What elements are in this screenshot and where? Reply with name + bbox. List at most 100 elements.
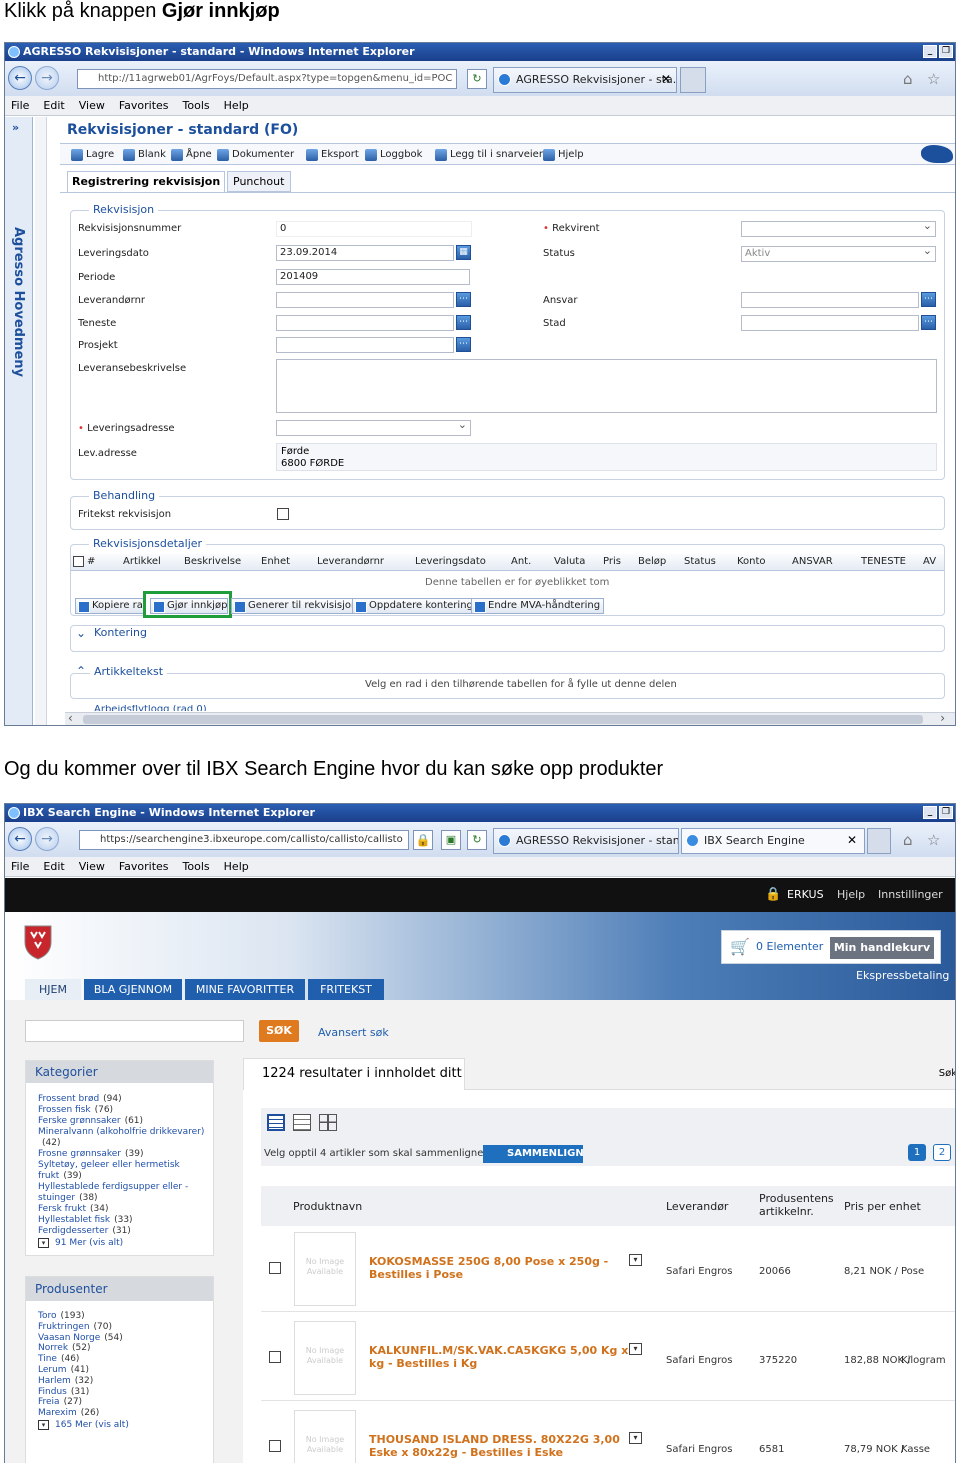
compare-button[interactable]: SAMMENLIGN [483, 1145, 584, 1163]
grid-col-artikkel[interactable]: Artikkel [123, 556, 161, 567]
producer-item[interactable]: Toro (193) [38, 1311, 85, 1321]
menu-file[interactable]: File [11, 96, 29, 116]
favorites-star-icon-2[interactable]: ☆ [927, 831, 940, 849]
back-button[interactable]: ← [8, 66, 32, 90]
tab-registrering[interactable]: Registrering rekvisisjon [67, 171, 225, 193]
periode-field[interactable]: 201409 [276, 269, 470, 285]
product-name-link[interactable]: KOKOSMASSE 250G 8,00 Pose x 250g - Besti… [369, 1255, 629, 1281]
menu-help[interactable]: Help [224, 96, 249, 116]
refresh-icon[interactable]: ↻ [467, 69, 487, 89]
menu-tools[interactable]: Tools [183, 96, 210, 116]
toolbar-blank[interactable]: Blank [122, 148, 166, 162]
category-name[interactable]: Ferske grønnsaker [38, 1116, 121, 1126]
col-produktnavn[interactable]: Produktnavn [293, 1200, 362, 1213]
new-tab-button-2[interactable] [867, 828, 891, 854]
grid-col-teneste[interactable]: TENESTE [861, 556, 906, 567]
forward-button-2[interactable]: → [35, 827, 59, 851]
ansvar-field[interactable] [741, 292, 919, 308]
toolbar-documents[interactable]: Dokumenter [216, 148, 294, 162]
toolbar-log[interactable]: Loggbok [364, 148, 422, 162]
col-artikkelnr[interactable]: Produsentens artikkelnr. [759, 1192, 835, 1218]
restore-button-2[interactable]: ❐ [939, 806, 953, 819]
tab-punchout[interactable]: Punchout [227, 171, 291, 192]
artikkeltekst-collapse-icon[interactable]: ⌃ [76, 664, 86, 678]
producers-more-text[interactable]: 165 Mer (vis alt) [55, 1420, 129, 1430]
grid-col-enhet[interactable]: Enhet [261, 556, 290, 567]
grid-select-all[interactable] [73, 556, 84, 567]
lock-icon[interactable]: 🔒 [413, 830, 433, 850]
product-dropdown-icon[interactable]: ▾ [629, 1432, 642, 1444]
sidebar-toggle[interactable]: » [12, 121, 19, 134]
scroll-left-icon[interactable]: ‹ [68, 711, 73, 725]
menu-view[interactable]: View [79, 96, 105, 116]
producer-item[interactable]: Harlem (32) [38, 1376, 93, 1386]
expand-icon[interactable]: ▾ [38, 1238, 49, 1248]
express-checkout-link[interactable]: Ekspressbetaling [856, 969, 949, 982]
category-item[interactable]: Ferdigdesserter (31) [38, 1226, 208, 1237]
product-name-link[interactable]: THOUSAND ISLAND DRESS. 80X22G 3,00 Eske … [369, 1433, 629, 1459]
producer-name[interactable]: Tine [38, 1354, 57, 1364]
category-name[interactable]: Hyllestablet fisk [38, 1215, 110, 1225]
grid-col-ansvar[interactable]: ANSVAR [792, 556, 833, 567]
category-item[interactable]: Fersk frukt (34) [38, 1204, 208, 1215]
product-checkbox[interactable] [269, 1351, 281, 1363]
scroll-right-icon[interactable]: › [940, 711, 945, 725]
settings-link[interactable]: Innstillinger [878, 888, 943, 901]
producer-item[interactable]: Freia (27) [38, 1397, 82, 1407]
grid-col-av[interactable]: AV [923, 556, 936, 567]
category-item[interactable]: Syltetøy, geleer eller hermetisk frukt (3… [38, 1160, 208, 1182]
address-bar[interactable]: http://11agrweb01/AgrFoys/Default.aspx?t… [77, 69, 457, 89]
home-icon[interactable]: ⌂ [903, 70, 913, 88]
search-input[interactable] [25, 1020, 244, 1042]
horizontal-scrollbar[interactable]: ‹ › [65, 711, 955, 725]
gjor-innkjop-button[interactable]: Gjør innkjøp [150, 598, 228, 614]
teneste-lookup-icon[interactable]: ⋯ [456, 315, 471, 330]
close-tab-icon[interactable]: ✕ [661, 72, 671, 86]
grid-col-valuta[interactable]: Valuta [554, 556, 585, 567]
product-name-link[interactable]: KALKUNFIL.M/SK.VAK.CA5KGKG 5,00 Kg x kg … [369, 1344, 629, 1370]
category-name[interactable]: Syltetøy, geleer eller hermetisk frukt [38, 1160, 180, 1181]
toolbar-help[interactable]: Hjelp [542, 148, 584, 162]
leverandor-lookup-icon[interactable]: ⋯ [456, 292, 471, 307]
my-cart-button[interactable]: Min handlekurv [830, 937, 934, 959]
menu-favorites-2[interactable]: Favorites [119, 857, 169, 877]
user-name[interactable]: ERKUS [787, 888, 824, 901]
menu-edit-2[interactable]: Edit [43, 857, 64, 877]
category-name[interactable]: Mineralvann (alkoholfrie drikkevarer) [38, 1127, 204, 1137]
producer-name[interactable]: Toro [38, 1311, 56, 1321]
producer-name[interactable]: Fruktringen [38, 1322, 90, 1332]
prosjekt-lookup-icon[interactable]: ⋯ [456, 337, 471, 352]
leveringsdato-field[interactable]: 23.09.2014 [276, 245, 454, 261]
menu-edit[interactable]: Edit [43, 96, 64, 116]
producer-name[interactable]: Lerum [38, 1365, 67, 1375]
ansvar-lookup-icon[interactable]: ⋯ [921, 292, 936, 307]
category-name[interactable]: Frossent brød [38, 1094, 99, 1104]
categories-more-link[interactable]: ▾ 91 Mer (vis alt) [38, 1238, 123, 1248]
menu-view-2[interactable]: View [79, 857, 105, 877]
category-name[interactable]: Ferdigdesserter [38, 1226, 108, 1236]
producers-more-link[interactable]: ▾ 165 Mer (vis alt) [38, 1420, 129, 1430]
search-button[interactable]: SØK [259, 1020, 299, 1042]
grid-view-icon[interactable] [319, 1114, 337, 1131]
new-tab-button[interactable] [680, 67, 706, 93]
toolbar-add-shortcut[interactable]: Legg til i snarveier [434, 148, 543, 162]
section-kontering-title[interactable]: Kontering [90, 626, 151, 639]
product-dropdown-icon[interactable]: ▾ [629, 1254, 642, 1266]
category-item[interactable]: Frossent brød (94) [38, 1094, 208, 1105]
leveringsadresse-select[interactable] [276, 418, 471, 436]
col-pris[interactable]: Pris per enhet [844, 1200, 921, 1213]
nav-tab-favoritter[interactable]: MINE FAVORITTER [185, 979, 305, 1000]
category-name[interactable]: Frossen fisk [38, 1105, 91, 1115]
forward-button[interactable]: → [35, 66, 59, 90]
fritekst-checkbox[interactable] [277, 508, 289, 520]
section-artikkeltekst-title[interactable]: Artikkeltekst [90, 665, 168, 678]
grid-col-status[interactable]: Status [684, 556, 716, 567]
address-bar-2[interactable]: https://searchengine3.ibxeurope.com/call… [79, 830, 409, 850]
category-item[interactable]: Ferske grønnsaker (61) [38, 1116, 208, 1127]
stad-field[interactable] [741, 315, 919, 331]
advanced-search-link[interactable]: Avansert søk [318, 1026, 389, 1039]
category-name[interactable]: Hyllestablede ferdigsupper eller -stuing… [38, 1182, 188, 1203]
nav-tab-bla-gjennom[interactable]: BLA GJENNOM [84, 979, 182, 1000]
producer-name[interactable]: Vaasan Norge [38, 1333, 100, 1343]
left-scrollbar[interactable] [35, 117, 47, 725]
